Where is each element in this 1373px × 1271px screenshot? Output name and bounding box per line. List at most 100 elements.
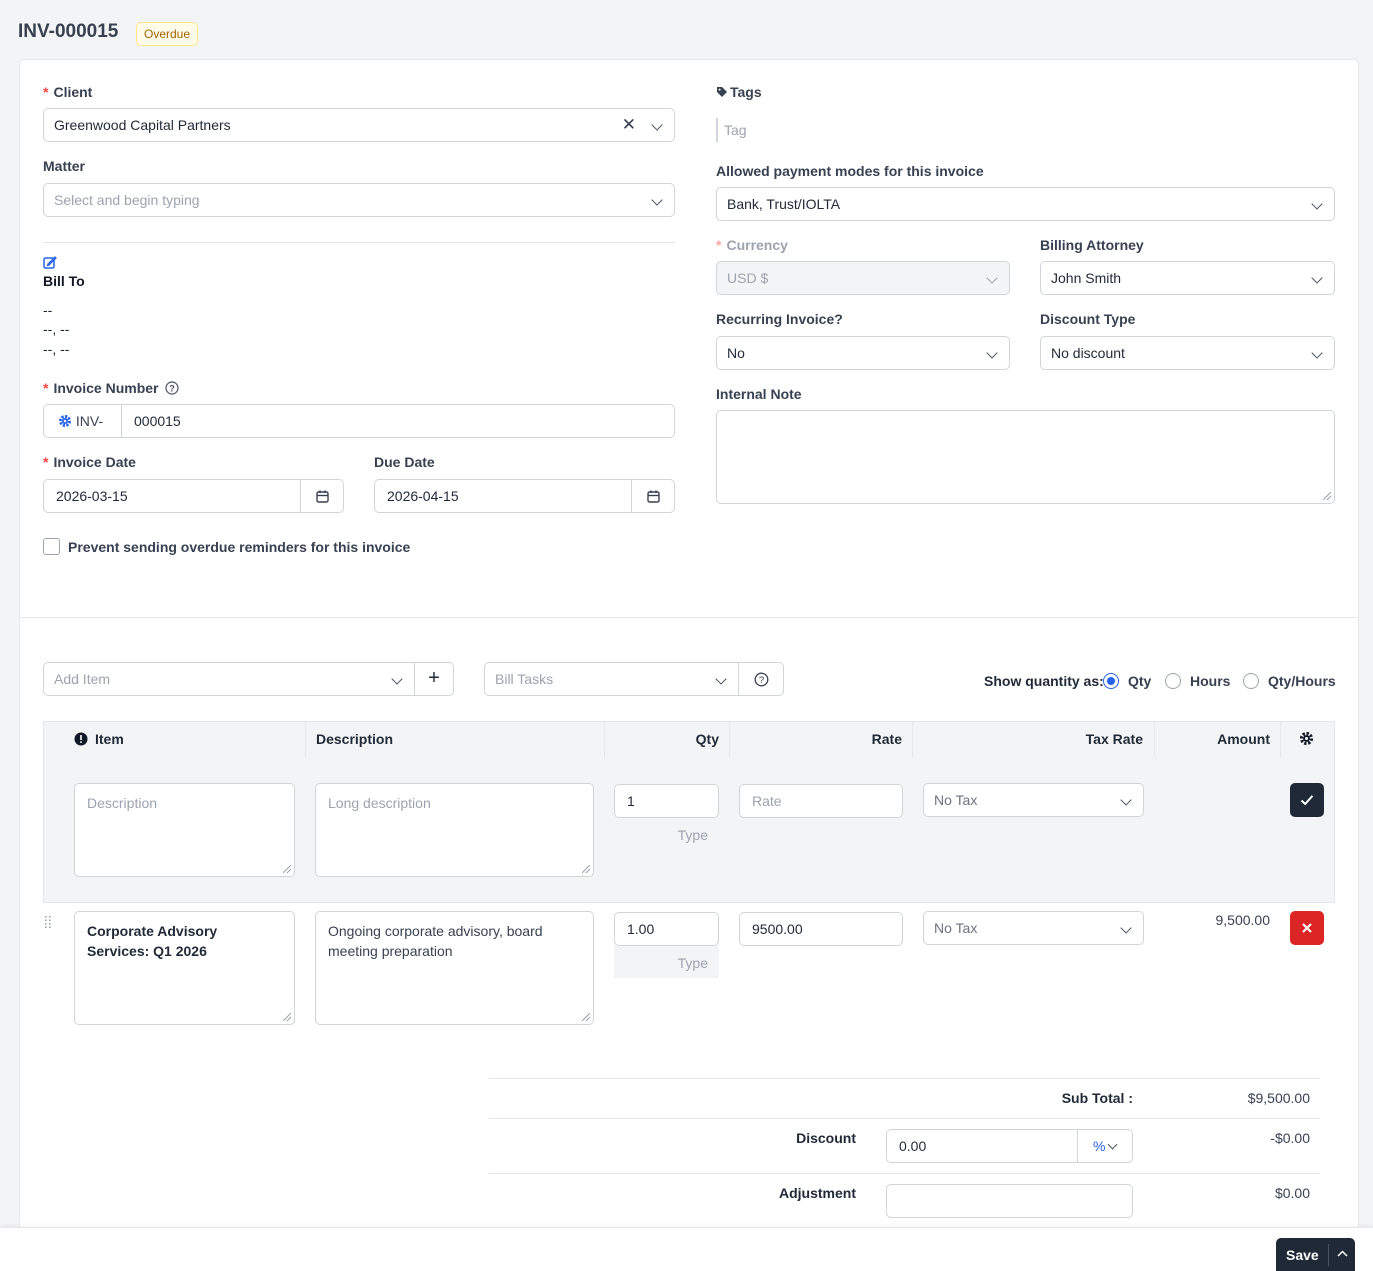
add-item-button[interactable]: + [414,662,454,696]
svg-text:?: ? [759,675,764,686]
item-qty-type[interactable]: Type [614,955,708,971]
tags-input[interactable]: Tag [724,122,747,138]
item-qty-input[interactable]: 1.00 [614,912,719,946]
payment-modes-label: Allowed payment modes for this invoice [716,163,984,179]
billing-attorney-select[interactable]: John Smith [1040,261,1335,295]
chevron-down-icon [986,272,998,284]
column-header-item: Item [95,731,124,747]
save-button-group: Save [1276,1238,1355,1271]
help-icon[interactable]: ? [165,381,179,395]
totals-divider [489,1078,1320,1079]
plus-icon: + [428,667,440,689]
invoice-date-input[interactable]: 2026-03-15 [43,479,301,513]
resize-handle[interactable] [283,865,291,873]
subtotal-value: $9,500.00 [1247,1090,1310,1106]
bill-tasks-help-button[interactable]: ? [738,662,784,696]
new-item-qty-input[interactable]: 1 [614,784,719,818]
section-divider [19,617,1359,618]
due-date-label: Due Date [374,454,435,470]
bill-to-line-2: --, -- [43,321,70,337]
discount-unit-select[interactable]: % [1077,1129,1133,1163]
discount-type-select[interactable]: No discount [1040,336,1335,370]
new-item-description-input[interactable]: Description [74,783,295,877]
chevron-up-icon[interactable] [1337,1250,1348,1257]
drag-handle-icon[interactable] [44,915,52,929]
qty-hours-radio[interactable] [1243,673,1259,689]
resize-handle[interactable] [582,865,590,873]
column-header-qty: Qty [695,731,719,747]
tags-label: Tags [716,84,762,100]
resize-handle[interactable] [1323,492,1331,500]
bill-tasks-placeholder: Bill Tasks [495,671,554,687]
alert-icon [74,732,88,746]
recurring-select[interactable]: No [716,336,1010,370]
gear-icon [59,415,71,427]
chevron-down-icon [1311,198,1323,210]
due-date-picker-button[interactable] [631,479,675,513]
add-row-button[interactable] [1290,783,1324,817]
qty-radio[interactable] [1103,673,1119,689]
currency-label: * Currency [716,237,788,253]
chevron-down-icon [1120,794,1132,806]
item-description-input[interactable]: Ongoing corporate advisory, board meetin… [315,911,594,1025]
bill-tasks-select[interactable]: Bill Tasks [484,662,739,696]
chevron-down-icon [1311,347,1323,359]
chevron-down-icon [1107,1139,1118,1150]
new-item-long-description-input[interactable]: Long description [315,783,594,877]
client-select[interactable]: Greenwood Capital Partners ✕ [43,108,675,142]
resize-handle[interactable] [582,1013,590,1021]
internal-note-textarea[interactable] [716,410,1335,504]
close-icon [1302,923,1312,933]
discount-unit-value: % [1093,1138,1106,1154]
add-item-select[interactable]: Add Item [43,662,415,696]
column-divider [305,722,306,757]
adjustment-label: Adjustment [779,1185,856,1201]
matter-select[interactable]: Select and begin typing [43,183,675,217]
invoice-number-input[interactable]: 000015 [121,404,675,438]
adjustment-input[interactable] [886,1184,1133,1218]
recurring-label: Recurring Invoice? [716,311,843,327]
save-button[interactable]: Save [1286,1247,1319,1263]
matter-label: Matter [43,158,86,174]
matter-placeholder: Select and begin typing [54,192,200,208]
invoice-prefix-button[interactable]: INV- [43,404,122,438]
qty-hours-radio-label: Qty/Hours [1268,673,1336,689]
new-item-rate-input[interactable]: Rate [739,784,903,818]
new-item-qty-type[interactable]: Type [614,827,708,843]
item-rate-input[interactable]: 9500.00 [739,912,903,946]
edit-icon[interactable] [43,255,57,269]
bill-to-label: Bill To [43,273,85,289]
hours-radio[interactable] [1165,673,1181,689]
calendar-icon [647,490,660,503]
prevent-reminders-checkbox[interactable] [43,538,60,555]
remove-row-button[interactable] [1290,911,1324,945]
chevron-down-icon [986,347,998,359]
qty-radio-label: Qty [1128,673,1152,689]
due-date-input[interactable]: 2026-04-15 [374,479,632,513]
invoice-number-label: * Invoice Number ? [43,380,179,396]
billing-attorney-label: Billing Attorney [1040,237,1144,253]
chevron-down-icon [391,673,403,685]
payment-modes-value: Bank, Trust/IOLTA [727,196,841,212]
discount-input[interactable]: 0.00 [886,1129,1078,1163]
bill-to-line-1: -- [43,302,53,318]
gear-icon[interactable] [1299,731,1314,746]
column-header-tax-rate: Tax Rate [1085,731,1143,747]
client-label: * Client [43,84,93,100]
internal-note-label: Internal Note [716,386,802,402]
new-item-tax-select[interactable]: No Tax [923,783,1144,817]
add-item-placeholder: Add Item [54,671,111,687]
invoice-date-picker-button[interactable] [300,479,344,513]
column-header-rate: Rate [871,731,902,747]
item-tax-select[interactable]: No Tax [923,911,1144,945]
discount-type-label: Discount Type [1040,311,1136,327]
resize-handle[interactable] [283,1013,291,1021]
chevron-down-icon [715,673,727,685]
clear-icon[interactable]: ✕ [622,109,636,141]
item-name-input[interactable]: Corporate Advisory Services: Q1 2026 [74,911,295,1025]
invoice-date-label: * Invoice Date [43,454,136,470]
payment-modes-select[interactable]: Bank, Trust/IOLTA [716,187,1335,221]
invoice-prefix: INV- [75,413,104,429]
discount-label: Discount [796,1130,856,1146]
bill-to-line-3: --, -- [43,341,70,357]
